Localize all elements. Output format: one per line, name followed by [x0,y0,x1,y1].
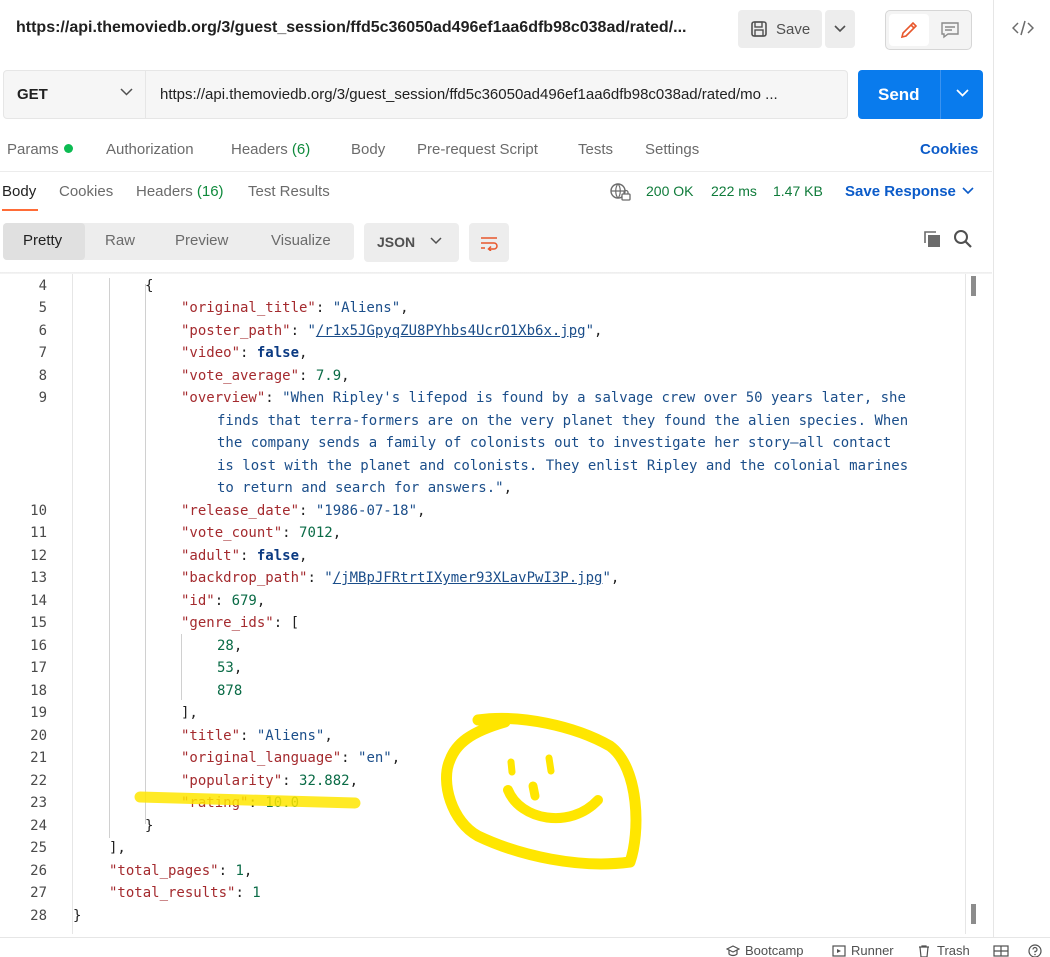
url-input[interactable]: https://api.themoviedb.org/3/guest_sessi… [146,70,848,119]
tab-settings[interactable]: Settings [645,141,699,158]
response-size[interactable]: 1.47 KB [773,183,823,199]
cookies-link[interactable]: Cookies [920,141,978,158]
request-title[interactable]: https://api.themoviedb.org/3/guest_sessi… [16,19,686,37]
params-indicator-dot [63,144,73,153]
wrap-icon [481,236,498,251]
view-mode-toggle [885,10,972,50]
edit-mode-button[interactable] [889,14,929,46]
copy-icon[interactable] [922,229,942,249]
tab-tests[interactable]: Tests [578,141,613,158]
save-button[interactable]: Save [738,10,822,48]
format-preview[interactable]: Preview [175,232,228,249]
send-button[interactable]: Send [858,70,983,119]
tab-params[interactable]: Params [7,141,73,158]
smiley-outline [441,712,642,870]
request-tabs: Params Authorization Headers (6) Body Pr… [0,128,992,172]
chevron-down-icon [962,187,974,195]
response-body-editor[interactable]: 4 5 6 7 8 9 10 11 12 13 14 15 16 17 18 1… [0,274,992,934]
method-select[interactable]: GET [3,70,146,119]
response-tabs: Body Cookies Headers (16) Test Results 2… [0,172,992,214]
chevron-down-icon[interactable] [956,89,969,97]
trash-link[interactable]: Trash [937,943,970,957]
language-select[interactable]: JSON [364,223,459,262]
wrap-lines-button[interactable] [469,223,509,262]
tab-response-headers-label: Headers [136,183,193,200]
format-pretty[interactable]: Pretty [23,232,62,249]
help-icon[interactable] [1028,944,1042,957]
chevron-down-icon [120,88,133,96]
search-icon[interactable] [953,229,973,249]
save-label: Save [776,20,811,38]
smiley-nose [528,781,540,801]
format-visualize[interactable]: Visualize [271,232,331,249]
response-headers-count: (16) [196,183,224,200]
tab-params-label: Params [7,141,59,158]
tab-response-body[interactable]: Body [2,183,36,200]
response-format-toolbar: Pretty Raw Preview Visualize JSON [0,214,992,272]
save-icon [751,21,767,37]
highlighter-annotation [134,712,642,870]
pencil-icon [900,21,918,39]
highlighter-underline [134,791,361,809]
layout-toggle-icon[interactable] [993,945,1009,957]
save-response-button[interactable]: Save Response [845,183,974,200]
view-format-segmented: Pretty Raw Preview Visualize [3,223,354,260]
request-header: https://api.themoviedb.org/3/guest_sessi… [0,0,992,60]
save-options-button[interactable] [825,10,855,48]
tab-authorization[interactable]: Authorization [106,141,194,158]
tab-response-headers[interactable]: Headers (16) [136,183,224,200]
format-raw[interactable]: Raw [105,232,135,249]
smiley-left-eye [507,758,516,776]
chevron-down-icon [834,25,846,33]
tab-body[interactable]: Body [351,141,385,158]
chevron-down-icon [430,237,442,245]
tab-headers[interactable]: Headers (6) [231,141,310,158]
status-code[interactable]: 200 OK [646,183,693,199]
code-snippet-icon[interactable] [1012,18,1034,38]
bootcamp-icon [726,945,740,957]
runner-icon [832,945,846,957]
tab-headers-label: Headers [231,141,288,158]
headers-count: (6) [291,141,311,158]
save-response-label: Save Response [845,183,956,200]
trash-icon [919,945,929,957]
active-tab-indicator [2,209,38,211]
smiley-mouth [503,785,603,824]
url-bar: GET https://api.themoviedb.org/3/guest_s… [0,60,992,128]
status-bar: Bootcamp Runner Trash [0,937,1050,957]
tab-prerequest-script[interactable]: Pre-request Script [417,141,538,158]
tab-test-results[interactable]: Test Results [248,183,330,200]
language-label: JSON [377,234,416,250]
smiley-right-eye [545,754,555,775]
comment-icon [941,22,959,39]
tab-response-cookies[interactable]: Cookies [59,183,113,200]
runner-link[interactable]: Runner [851,943,894,957]
bootcamp-link[interactable]: Bootcamp [745,943,804,957]
globe-lock-icon[interactable] [609,182,631,202]
method-label: GET [17,86,48,103]
response-time[interactable]: 222 ms [711,183,757,199]
send-divider [940,70,941,119]
send-label: Send [878,85,920,104]
right-sidebar [993,0,1050,957]
documentation-mode-button[interactable] [932,14,968,46]
